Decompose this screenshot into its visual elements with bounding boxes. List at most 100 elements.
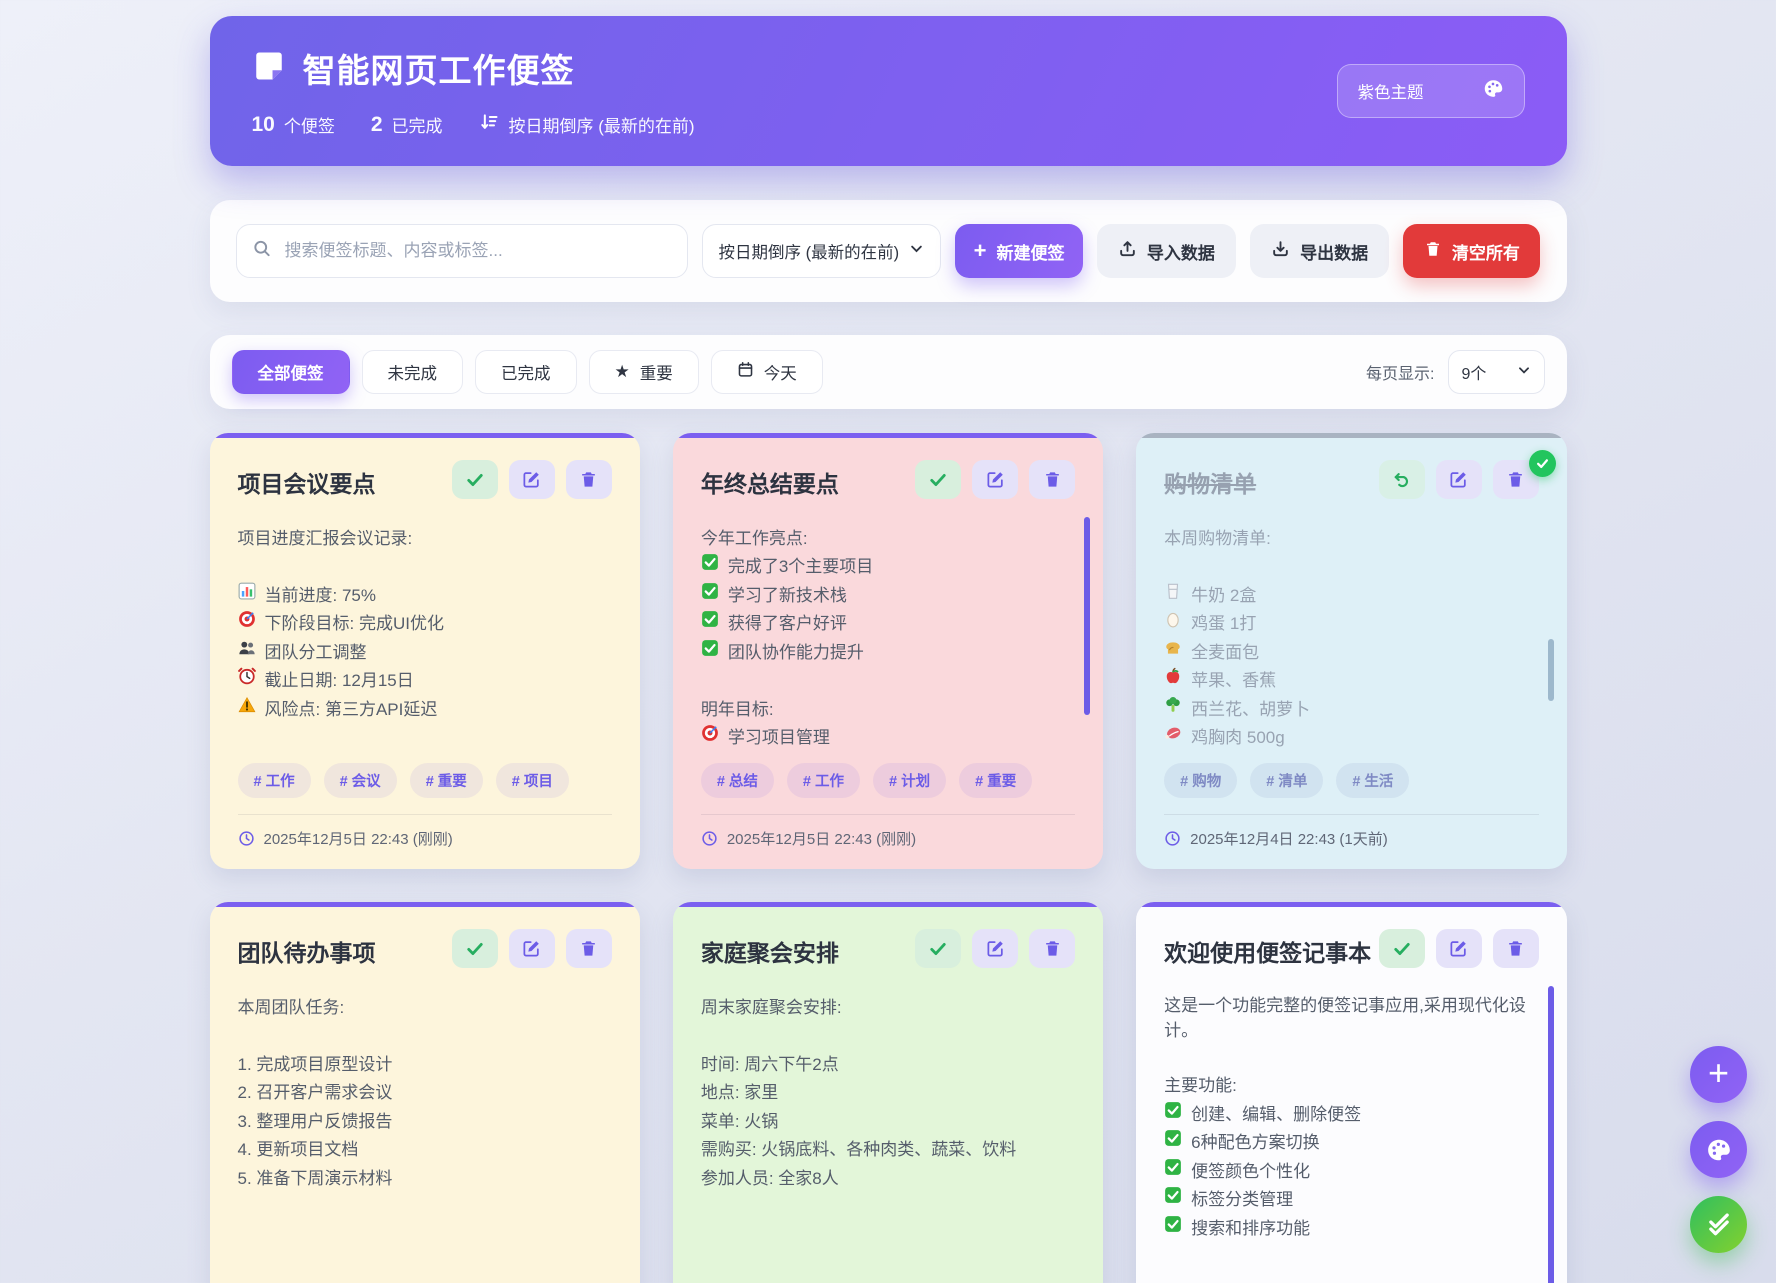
fab-stack: + [1690,1046,1747,1253]
note-content-line: 参加人员: 全家8人 [701,1162,1075,1191]
complete-note-button[interactable] [915,460,961,499]
fab-add-note-button[interactable]: + [1690,1046,1747,1103]
note-content: 周末家庭聚会安排: 时间: 周六下午2点地点: 家里菜单: 火锅需购买: 火锅底料… [701,991,1075,1271]
note-tag: # 会议 [324,763,397,798]
note-card: 项目会议要点项目进度汇报会议记录:当前进度: 75%下阶段目标: 完成UI优化团… [210,433,640,869]
header-stat: 10个便签 [252,112,335,137]
note-content-line [1164,1041,1538,1070]
note-card: 团队待办事项本周团队任务:1. 完成项目原型设计2. 召开客户需求会议3. 整理… [210,902,640,1283]
note-timestamp: 2025年12月5日 22:43 (刚刚) [701,828,1075,849]
emoji-icon [1164,610,1182,633]
emoji-icon [701,724,719,747]
edit-note-button[interactable] [1436,929,1482,968]
complete-note-button[interactable] [915,929,961,968]
edit-note-button[interactable] [509,929,555,968]
note-content-text: 需购买: 火锅底料、各种肉类、蔬菜、饮料 [701,1135,1016,1160]
filter-tab-全部便签[interactable]: 全部便签 [232,350,350,394]
filter-tab-重要[interactable]: ★重要 [589,350,699,394]
per-page-select[interactable]: 9个 [1448,350,1545,394]
note-card: 年终总结要点今年工作亮点:完成了3个主要项目学习了新技术栈获得了客户好评团队协作… [673,433,1103,869]
theme-button[interactable]: 紫色主题 [1337,64,1525,118]
plus-icon: + [974,240,987,262]
note-tag: # 计划 [873,763,946,798]
note-content-line: 标签分类管理 [1164,1184,1538,1213]
note-content-text: 今年工作亮点: [701,524,808,549]
note-content-text: 完成了3个主要项目 [728,552,873,577]
check-icon [465,939,485,959]
sort-status: 按日期倒序 (最新的在前) [479,112,695,137]
note-content-text: 本周购物清单: [1164,524,1271,549]
emoji-icon [701,582,719,605]
note-content: 这是一个功能完整的便签记事应用,采用现代化设计。主要功能:创建、编辑、删除便签6… [1164,991,1538,1271]
check-icon [928,470,948,490]
note-tags: # 购物# 清单# 生活 [1164,763,1538,798]
timestamp-text: 2025年12月4日 22:43 (1天前) [1190,828,1388,849]
note-content-text: 全麦面包 [1191,638,1259,663]
note-content-text: 1. 完成项目原型设计 [238,1050,393,1075]
delete-note-button[interactable] [566,929,612,968]
edit-note-button[interactable] [972,460,1018,499]
emoji-icon [238,582,256,605]
emoji-icon [701,610,719,633]
edit-note-button[interactable] [509,460,555,499]
filter-tab-已完成[interactable]: 已完成 [475,350,577,394]
note-content-line: 周末家庭聚会安排: [701,991,1075,1020]
import-data-button[interactable]: 导入数据 [1097,224,1236,278]
stat-label: 个便签 [284,112,335,137]
timestamp-text: 2025年12月5日 22:43 (刚刚) [727,828,916,849]
content-scrollbar[interactable] [1084,517,1090,715]
edit-note-button[interactable] [972,929,1018,968]
delete-note-button[interactable] [1493,929,1539,968]
filter-tab-今天[interactable]: 今天 [711,350,823,394]
filter-bar: 全部便签未完成已完成★重要今天 每页显示: 9个 [210,335,1567,409]
note-tag: # 工作 [787,763,860,798]
note-content-line [701,665,1075,694]
note-content-text: 2. 召开客户需求会议 [238,1078,393,1103]
delete-note-button[interactable] [566,460,612,499]
export-data-button[interactable]: 导出数据 [1250,224,1389,278]
note-content-text: 菜单: 火锅 [701,1107,778,1132]
search-box [236,224,688,278]
complete-note-button[interactable] [452,929,498,968]
delete-note-button[interactable] [1029,460,1075,499]
undo-complete-button[interactable] [1379,460,1425,499]
note-content-text: 时间: 周六下午2点 [701,1050,839,1075]
edit-icon [522,470,541,489]
filter-tab-未完成[interactable]: 未完成 [362,350,464,394]
note-content-text: 鸡蛋 1打 [1191,609,1256,634]
note-header: 项目会议要点 [238,460,612,499]
fab-complete-all-button[interactable] [1690,1196,1747,1253]
note-content-text: 学习了新技术栈 [728,581,847,606]
double-check-icon [1705,1211,1733,1239]
complete-note-button[interactable] [1379,929,1425,968]
timestamp-text: 2025年12月5日 22:43 (刚刚) [264,828,453,849]
edit-note-button[interactable] [1436,460,1482,499]
content-scrollbar[interactable] [1548,639,1554,701]
note-accent-bar [210,433,640,438]
search-input[interactable] [236,224,688,278]
note-content-text: 标签分类管理 [1191,1185,1293,1210]
note-title: 团队待办事项 [238,929,376,968]
note-content-text: 地点: 家里 [701,1078,778,1103]
content-scrollbar[interactable] [1548,986,1554,1283]
note-content-line: 获得了客户好评 [701,608,1075,637]
sort-select[interactable]: 按日期倒序 (最新的在前) [702,224,942,278]
note-content-line: 团队分工调整 [238,636,612,665]
note-accent-bar [210,902,640,907]
note-content-text: 鸡胸肉 500g [1191,723,1285,748]
note-content-line [1164,551,1538,580]
note-content-line: 苹果、香蕉 [1164,665,1538,694]
note-tag: # 清单 [1250,763,1323,798]
header-stat: 2已完成 [371,112,443,137]
complete-note-button[interactable] [452,460,498,499]
fab-theme-button[interactable] [1690,1121,1747,1178]
new-note-button[interactable]: + 新建便签 [955,224,1082,278]
note-content: 本周购物清单:牛奶 2盒鸡蛋 1打全麦面包苹果、香蕉西兰花、胡萝卜鸡胸肉 500… [1164,522,1538,751]
completed-badge [1529,450,1556,477]
clear-all-button[interactable]: 清空所有 [1403,224,1540,278]
delete-note-button[interactable] [1029,929,1075,968]
note-content-line: 项目进度汇报会议记录: [238,522,612,551]
note-content-line: 牛奶 2盒 [1164,579,1538,608]
undo-icon [1392,470,1412,490]
note-card: 家庭聚会安排周末家庭聚会安排:时间: 周六下午2点地点: 家里菜单: 火锅需购买… [673,902,1103,1283]
